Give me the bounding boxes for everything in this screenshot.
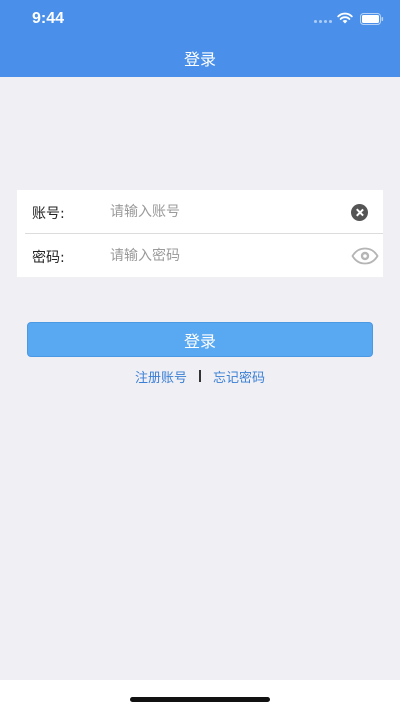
account-links: 注册账号 忘记密码 bbox=[0, 366, 400, 386]
bottom-safe-area bbox=[0, 680, 400, 710]
password-label: 密码: bbox=[32, 250, 65, 266]
eye-icon[interactable] bbox=[351, 247, 379, 265]
clear-icon[interactable] bbox=[351, 204, 368, 221]
link-separator bbox=[199, 370, 201, 382]
register-link[interactable]: 注册账号 bbox=[135, 367, 187, 386]
account-label: 账号: bbox=[32, 206, 65, 222]
status-bar: 9:44 bbox=[0, 0, 400, 40]
app-header: 9:44 登录 bbox=[0, 0, 400, 77]
cellular-signal-icon bbox=[314, 20, 332, 23]
account-input[interactable] bbox=[110, 199, 340, 225]
password-input[interactable] bbox=[110, 243, 340, 269]
account-row: 账号: bbox=[17, 190, 383, 233]
password-row: 密码: bbox=[17, 234, 383, 277]
login-button[interactable]: 登录 bbox=[27, 322, 373, 357]
page-title: 登录 bbox=[183, 50, 216, 69]
status-time: 9:44 bbox=[32, 10, 65, 27]
login-form: 账号: 密码: bbox=[17, 190, 383, 277]
battery-icon bbox=[360, 13, 384, 25]
wifi-icon bbox=[337, 12, 353, 24]
home-indicator bbox=[130, 697, 270, 702]
forgot-password-link[interactable]: 忘记密码 bbox=[213, 367, 265, 386]
